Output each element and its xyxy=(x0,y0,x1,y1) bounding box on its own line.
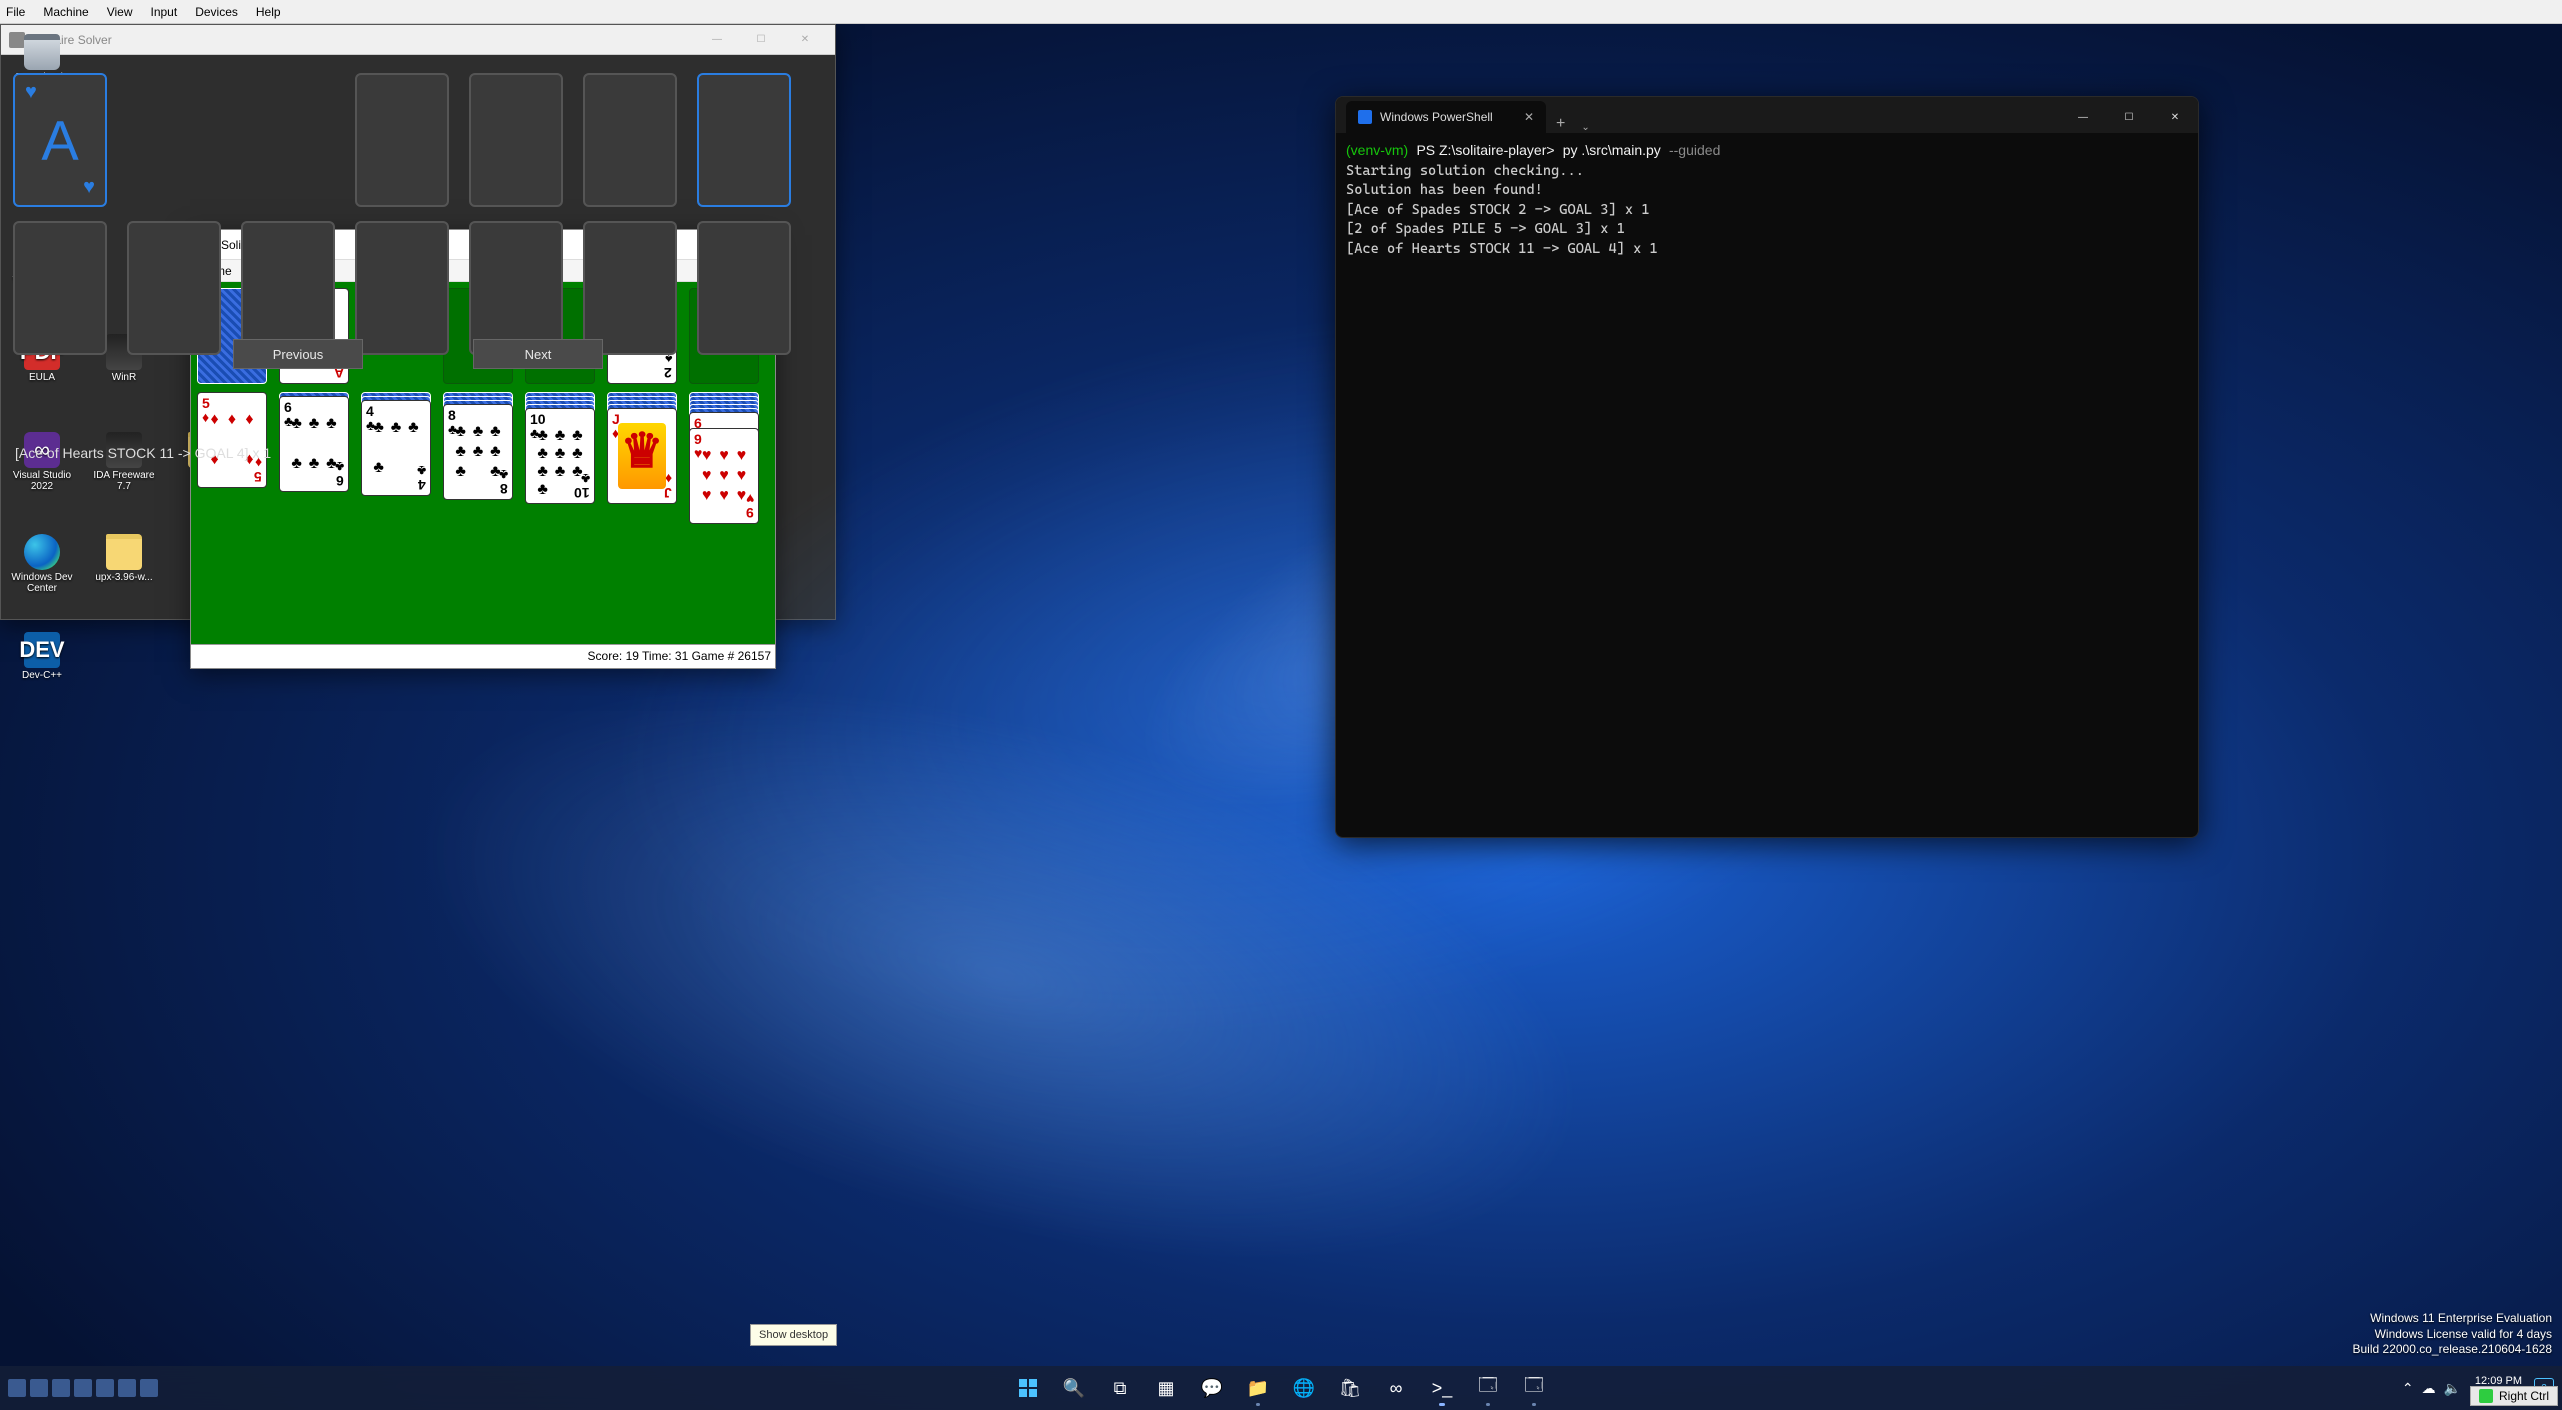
taskbar-chat-button[interactable]: 💬 xyxy=(1192,1368,1232,1408)
taskbar-app2-button[interactable]: 🗔 xyxy=(1514,1368,1554,1408)
tray-chevron-icon[interactable]: ⌃ xyxy=(2402,1380,2414,1397)
solver-pile-row xyxy=(13,221,823,355)
taskbar-pinned-icon[interactable] xyxy=(96,1379,114,1397)
vm-menu-devices[interactable]: Devices xyxy=(195,5,238,19)
taskbar-pinned-icon[interactable] xyxy=(140,1379,158,1397)
desktop-icon-visual-studio[interactable]: Visual Studio 2022 xyxy=(6,432,78,492)
solitaire-pile-card[interactable]: 10♣10♣♣♣♣♣♣♣♣♣♣♣ xyxy=(525,408,595,504)
maximize-button[interactable]: ☐ xyxy=(2106,101,2152,133)
dev-cpp-icon xyxy=(24,632,60,668)
solver-pile-slot[interactable] xyxy=(13,221,107,355)
desktop-icon-windows-dev-center[interactable]: Windows Dev Center xyxy=(6,534,78,594)
solver-move-message: [Ace of Hearts STOCK 11 -> GOAL 4] x 1 xyxy=(15,445,271,461)
desktop-icon-label: IDA Freeware 7.7 xyxy=(88,470,160,492)
solitaire-pile-card[interactable]: J♦J♦♛ xyxy=(607,408,677,504)
new-tab-button[interactable]: + xyxy=(1546,115,1575,133)
solitaire-pile-card[interactable]: 5♦5♦♦♦♦♦♦ xyxy=(197,392,267,488)
vm-host-menubar[interactable]: File Machine View Input Devices Help xyxy=(0,0,2562,24)
heart-icon: ♥ xyxy=(25,81,37,104)
taskbar-start-button[interactable] xyxy=(1008,1368,1048,1408)
previous-button[interactable]: Previous xyxy=(233,339,363,369)
tab-close-icon[interactable]: ✕ xyxy=(1514,110,1534,124)
solver-board: ♥ A ♥ [Ace of Hearts STOCK xyxy=(1,55,835,387)
taskbar-pinned-icon[interactable] xyxy=(8,1379,26,1397)
solitaire-status: Score: 19 Time: 31 Game # 26157 xyxy=(191,644,775,666)
taskbar-search-button[interactable]: 🔍 xyxy=(1054,1368,1094,1408)
desktop-icon-label: Visual Studio 2022 xyxy=(6,470,78,492)
terminal-tab-powershell[interactable]: Windows PowerShell ✕ xyxy=(1346,101,1546,133)
solitaire-pile-card[interactable]: 6♣6♣♣♣♣♣♣♣ xyxy=(279,396,349,492)
desktop-icon-label: upx-3.96-w... xyxy=(95,572,152,583)
solver-pile-slot[interactable] xyxy=(583,221,677,355)
solver-foundation-slot-target[interactable] xyxy=(697,73,791,207)
desktop-icon-label: Windows Dev Center xyxy=(6,572,78,594)
watermark-line: Build 22000.co_release.210604-1628 xyxy=(2353,1342,2553,1358)
watermark-line: Windows 11 Enterprise Evaluation xyxy=(2353,1311,2553,1327)
tray-icons[interactable]: ⌃ ☁ 🔈 xyxy=(2402,1380,2461,1397)
vm-menu-help[interactable]: Help xyxy=(256,5,281,19)
taskbar-edge-button[interactable]: 🌐 xyxy=(1284,1368,1324,1408)
next-button[interactable]: Next xyxy=(473,339,603,369)
vm-menu-machine[interactable]: Machine xyxy=(43,5,88,19)
solitaire-pile-card[interactable]: 8♣8♣♣♣♣♣♣♣♣♣ xyxy=(443,404,513,500)
solver-card-rank: A xyxy=(41,108,78,173)
close-button[interactable]: ✕ xyxy=(2152,101,2198,133)
tray-volume-icon[interactable]: 🔈 xyxy=(2444,1380,2461,1397)
vm-menu-file[interactable]: File xyxy=(6,5,25,19)
show-desktop-tooltip: Show desktop xyxy=(750,1324,837,1346)
taskbar-terminal-tb-button[interactable]: >_ xyxy=(1422,1368,1462,1408)
solver-foundation-slot[interactable] xyxy=(355,73,449,207)
vm-menu-input[interactable]: Input xyxy=(151,5,178,19)
windows-watermark: Windows 11 Enterprise Evaluation Windows… xyxy=(2353,1311,2553,1358)
taskbar-pinned-icon[interactable] xyxy=(30,1379,48,1397)
powershell-icon xyxy=(1358,110,1372,124)
taskbar-app1-button[interactable]: 🗔 xyxy=(1468,1368,1508,1408)
taskbar-store-button[interactable]: 🛍 xyxy=(1330,1368,1370,1408)
folder-icon xyxy=(106,534,142,570)
desktop-icon-dev-cpp[interactable]: Dev-C++ xyxy=(6,632,78,681)
tab-dropdown-icon[interactable]: ⌄ xyxy=(1575,122,1595,133)
tray-onedrive-icon[interactable]: ☁ xyxy=(2422,1380,2436,1397)
terminal-tabstrip[interactable]: Windows PowerShell ✕ + ⌄ — ☐ ✕ xyxy=(1336,97,2198,133)
vm-status-icon xyxy=(2479,1389,2493,1403)
solver-foundation-slot[interactable] xyxy=(469,73,563,207)
solver-foundation-slot[interactable] xyxy=(583,73,677,207)
heart-icon: ♥ xyxy=(83,176,95,199)
solver-pile-slot[interactable] xyxy=(469,221,563,355)
taskbar-left-apps xyxy=(8,1379,158,1397)
solver-pile-slot[interactable] xyxy=(355,221,449,355)
edge-icon xyxy=(24,534,60,570)
terminal-output[interactable]: (venv-vm) PS Z:\solitaire-player> py .\s… xyxy=(1336,133,2198,268)
vm-host-key-label: Right Ctrl xyxy=(2499,1389,2549,1403)
taskbar-pinned-icon[interactable] xyxy=(74,1379,92,1397)
solitaire-pile-card[interactable]: 9♥9♥♥♥♥♥♥♥♥♥♥ xyxy=(689,428,759,524)
solver-top-row: ♥ A ♥ xyxy=(13,73,823,207)
taskbar-pinned-icon[interactable] xyxy=(118,1379,136,1397)
desktop-icon-label: Dev-C++ xyxy=(22,670,62,681)
vm-menu-view[interactable]: View xyxy=(107,5,133,19)
watermark-line: Windows License valid for 4 days xyxy=(2353,1327,2553,1343)
taskbar-visual-studio-tb-button[interactable]: ∞ xyxy=(1376,1368,1416,1408)
windows-desktop[interactable]: Recycle Bin bash Download Visual Stud...… xyxy=(0,24,2562,1410)
solitaire-pile-card[interactable]: 4♣4♣♣♣♣♣ xyxy=(361,400,431,496)
solver-pile-slot[interactable] xyxy=(697,221,791,355)
windows-logo-icon xyxy=(1019,1379,1037,1397)
taskbar-task-view-button[interactable]: ⧉ xyxy=(1100,1368,1140,1408)
terminal-tab-title: Windows PowerShell xyxy=(1380,110,1493,124)
taskbar-center: 🔍⧉▦💬📁🌐🛍∞>_🗔🗔 xyxy=(1008,1368,1554,1408)
solver-pile-slot[interactable] xyxy=(127,221,221,355)
desktop-icon-upx[interactable]: upx-3.96-w... xyxy=(88,534,160,583)
taskbar-file-explorer-button[interactable]: 📁 xyxy=(1238,1368,1278,1408)
minimize-button[interactable]: — xyxy=(2060,101,2106,133)
taskbar-pinned-icon[interactable] xyxy=(52,1379,70,1397)
vm-host-key-indicator: Right Ctrl xyxy=(2470,1386,2558,1406)
terminal-window[interactable]: Windows PowerShell ✕ + ⌄ — ☐ ✕ (venv-vm)… xyxy=(1335,96,2199,838)
taskbar[interactable]: 🔍⧉▦💬📁🌐🛍∞>_🗔🗔 ⌃ ☁ 🔈 12:09 PM 4/28/2022 2 xyxy=(0,1366,2562,1410)
desktop-icon-ida[interactable]: IDA Freeware 7.7 xyxy=(88,432,160,492)
taskbar-widgets-button[interactable]: ▦ xyxy=(1146,1368,1186,1408)
solver-stock-card[interactable]: ♥ A ♥ xyxy=(13,73,107,207)
solver-pile-slot[interactable] xyxy=(241,221,335,355)
